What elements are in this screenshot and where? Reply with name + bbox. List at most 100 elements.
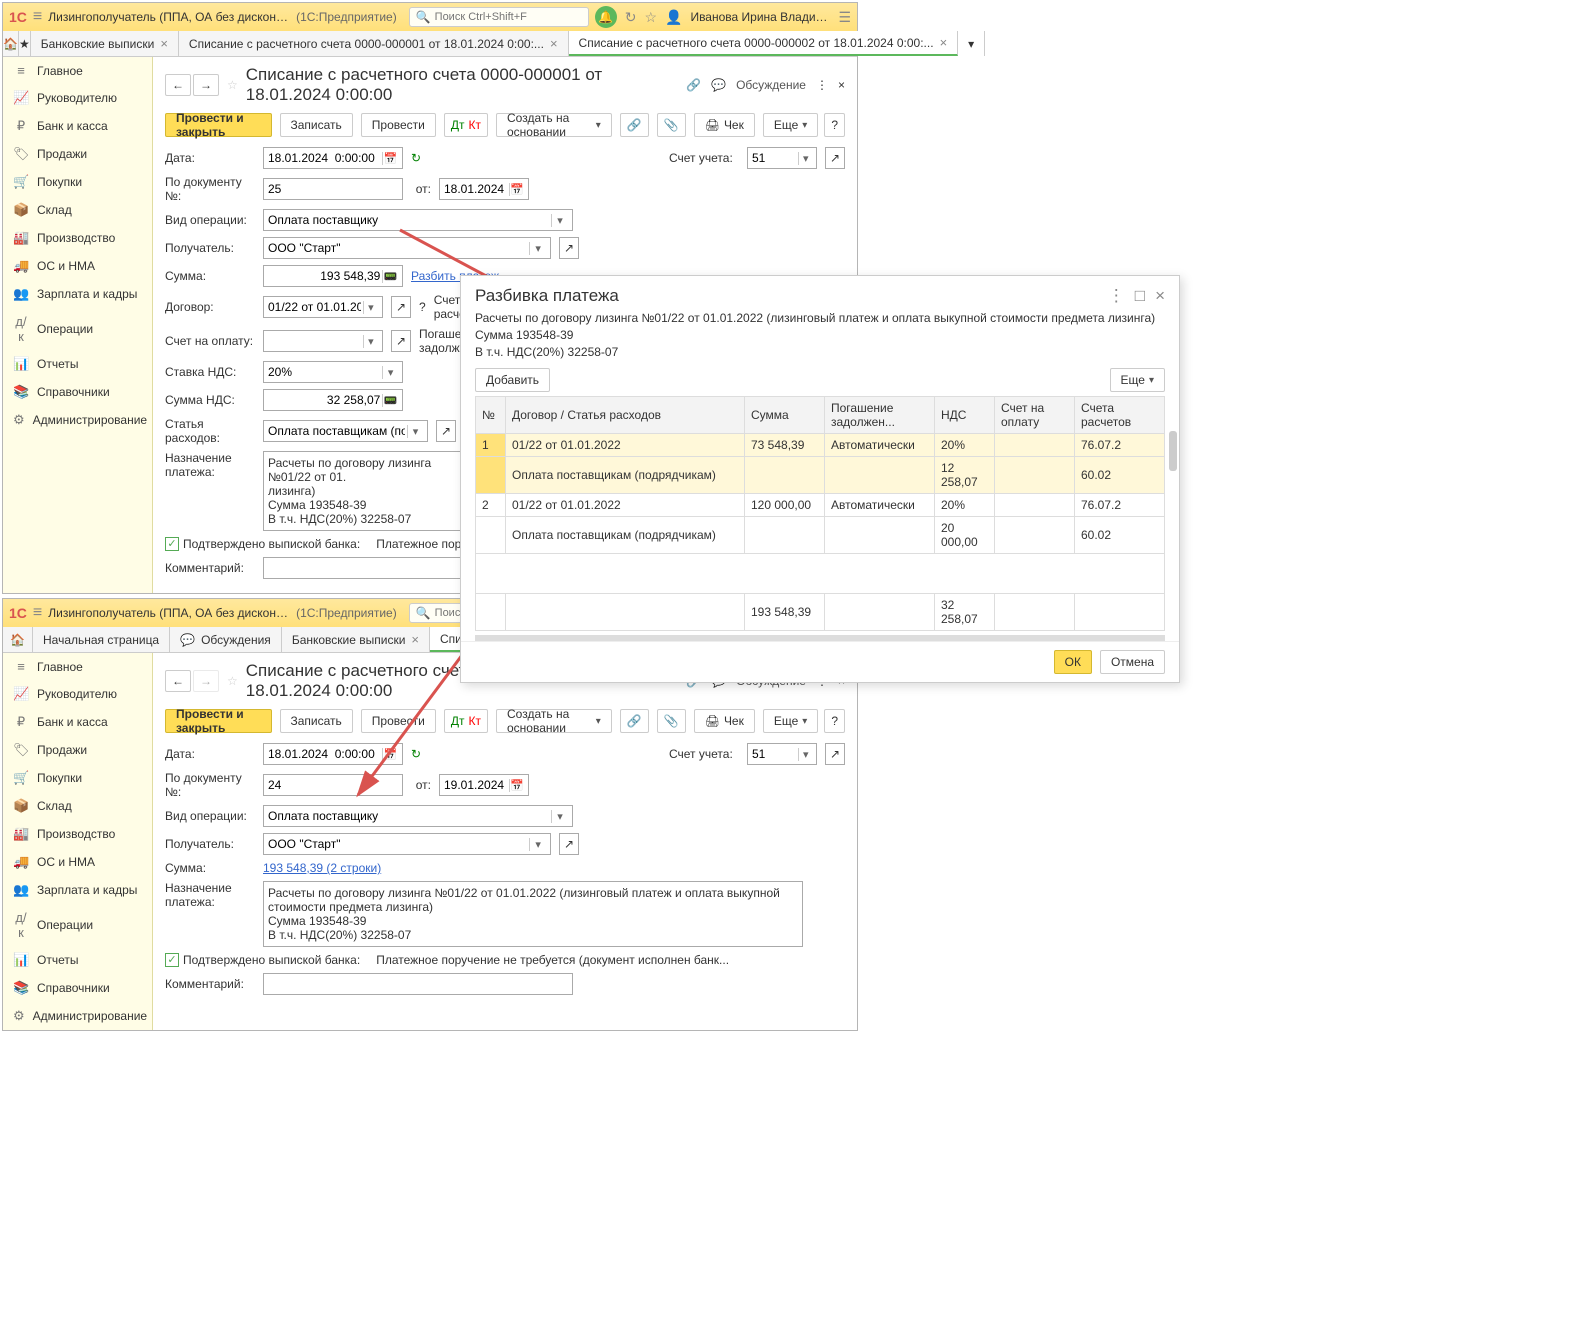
menu-icon[interactable]: ≡ [33,8,42,26]
dropdown-icon[interactable]: ▾ [407,425,423,438]
conduct-button[interactable]: Провести [361,113,436,137]
doc-date-input[interactable]: 📅 [439,774,529,796]
sum-input[interactable]: 📟 [263,265,403,287]
history-icon[interactable]: ↻ [625,9,637,26]
op-type-select[interactable]: ▾ [263,209,573,231]
comment-input[interactable] [263,557,478,579]
add-button[interactable]: Добавить [475,368,550,392]
more-button[interactable]: Еще [763,709,818,733]
cancel-button[interactable]: Отмена [1100,650,1165,674]
scrollbar[interactable] [1169,431,1177,471]
sidebar-item-main[interactable]: ≡Главное [3,57,152,84]
more-button[interactable]: Еще [1110,368,1165,392]
close-icon[interactable]: × [160,36,168,51]
structure-button[interactable]: 🔗 [620,709,649,733]
confirmed-checkbox[interactable]: ✓ Подтверждено выпиской банка: [165,537,360,551]
record-button[interactable]: Записать [280,113,353,137]
calendar-icon[interactable]: 📅 [509,183,524,196]
tab-bank-statements[interactable]: Банковские выписки × [31,31,179,56]
col-sum[interactable]: Сумма [745,397,825,434]
settings-icon[interactable]: ☰ [838,9,851,26]
open-button[interactable]: ↗ [559,833,579,855]
more-button[interactable]: Еще [763,113,818,137]
create-based-button[interactable]: Создать на основании [496,709,612,733]
close-icon[interactable]: × [838,78,845,92]
close-icon[interactable]: × [940,35,948,50]
sidebar-item-warehouse[interactable]: 📦Склад [3,792,152,820]
refresh-icon[interactable]: ↻ [411,151,421,165]
open-button[interactable]: ↗ [559,237,579,259]
user-name[interactable]: Иванова Ирина Владимиров... [690,10,830,24]
link-icon[interactable]: 🔗 [686,78,701,92]
sidebar-item-reports[interactable]: 📊Отчеты [3,350,152,378]
dropdown-icon[interactable]: ▾ [551,810,568,823]
dropdown-icon[interactable]: ▾ [551,214,568,227]
col-vat[interactable]: НДС [935,397,995,434]
tab-doc-1[interactable]: Списание с расчетного счета 0000-000001 … [179,31,569,56]
close-icon[interactable]: × [550,36,558,51]
dropdown-icon[interactable]: ▾ [529,838,546,851]
more-icon[interactable]: ⋮ [816,78,828,92]
close-icon[interactable]: × [1155,286,1165,306]
sidebar-item-production[interactable]: 🏭Производство [3,224,152,252]
calendar-icon[interactable]: 📅 [382,748,398,761]
col-invoice[interactable]: Счет на оплату [995,397,1075,434]
dropdown-icon[interactable]: ▾ [798,152,812,165]
conduct-close-button[interactable]: Провести и закрыть [165,709,272,733]
tab-start-page[interactable]: Начальная страница [33,627,170,652]
nav-back[interactable]: ← [165,74,191,96]
sidebar-item-bank[interactable]: ₽Банк и касса [3,112,152,140]
date-input[interactable]: 📅 [263,147,403,169]
confirmed-checkbox[interactable]: ✓ Подтверждено выпиской банка: [165,953,360,967]
recipient-input[interactable]: ▾ [263,237,551,259]
purpose-textarea[interactable]: Расчеты по договору лизинга №01/22 от 01… [263,451,478,531]
sidebar-item-sales[interactable]: 🏷Продажи [3,736,152,764]
sidebar-item-warehouse[interactable]: 📦Склад [3,196,152,224]
sidebar-item-manager[interactable]: 📈Руководителю [3,680,152,708]
sidebar-item-sales[interactable]: 🏷Продажи [3,140,152,168]
vat-rate-input[interactable]: ▾ [263,361,403,383]
open-button[interactable]: ↗ [825,147,845,169]
table-row[interactable]: Оплата поставщикам (подрядчикам) 20 000,… [476,517,1165,554]
contract-input[interactable]: ▾ [263,296,383,318]
dt-kt-button[interactable]: ДтКт [444,709,488,733]
open-button[interactable]: ↗ [825,743,845,765]
nav-forward[interactable]: → [193,74,219,96]
sidebar-item-production[interactable]: 🏭Производство [3,820,152,848]
sidebar-item-main[interactable]: ≡Главное [3,653,152,680]
expense-input[interactable]: ▾ [263,420,428,442]
dt-kt-button[interactable]: ДтКт [444,113,488,137]
help-icon[interactable]: ? [419,300,426,314]
help-button[interactable]: ? [824,113,845,137]
home-button[interactable]: 🏠 [3,627,33,652]
notification-icon[interactable]: 🔔 [595,6,617,28]
calc-icon[interactable]: 📟 [382,270,398,283]
nav-back[interactable]: ← [165,670,191,692]
account-input[interactable]: ▾ [747,147,817,169]
help-button[interactable]: ? [824,709,845,733]
sidebar-item-assets[interactable]: 🚚ОС и НМА [3,252,152,280]
open-button[interactable]: ↗ [436,420,456,442]
sidebar-item-purchases[interactable]: 🛒Покупки [3,764,152,792]
global-search[interactable]: 🔍 [409,7,589,27]
dropdown-icon[interactable]: ▾ [798,748,812,761]
calendar-icon[interactable]: 📅 [509,779,524,792]
check-button[interactable]: 🖨 Чек [694,709,755,733]
attach-button[interactable]: 📎 [657,113,686,137]
favorites-button[interactable]: ★ [19,31,31,56]
col-no[interactable]: № [476,397,506,434]
table-row[interactable]: 2 01/22 от 01.01.2022 120 000,00 Автомат… [476,494,1165,517]
sidebar-item-operations[interactable]: д/кОперации [3,904,152,946]
menu-icon[interactable]: ≡ [33,604,42,622]
sidebar-item-admin[interactable]: ⚙Администрирование [3,1002,152,1030]
star-icon[interactable]: ☆ [644,9,657,26]
nav-forward[interactable]: → [193,670,219,692]
date-input[interactable]: 📅 [263,743,403,765]
op-type-select[interactable]: ▾ [263,805,573,827]
calendar-icon[interactable]: 📅 [382,152,398,165]
conduct-button[interactable]: Провести [361,709,436,733]
tab-doc-2[interactable]: Списание с расчетного счета 0000-000002 … [569,31,959,56]
ok-button[interactable]: ОК [1054,650,1092,674]
invoice-input[interactable]: ▾ [263,330,383,352]
more-icon[interactable]: ⋮ [1108,286,1125,306]
